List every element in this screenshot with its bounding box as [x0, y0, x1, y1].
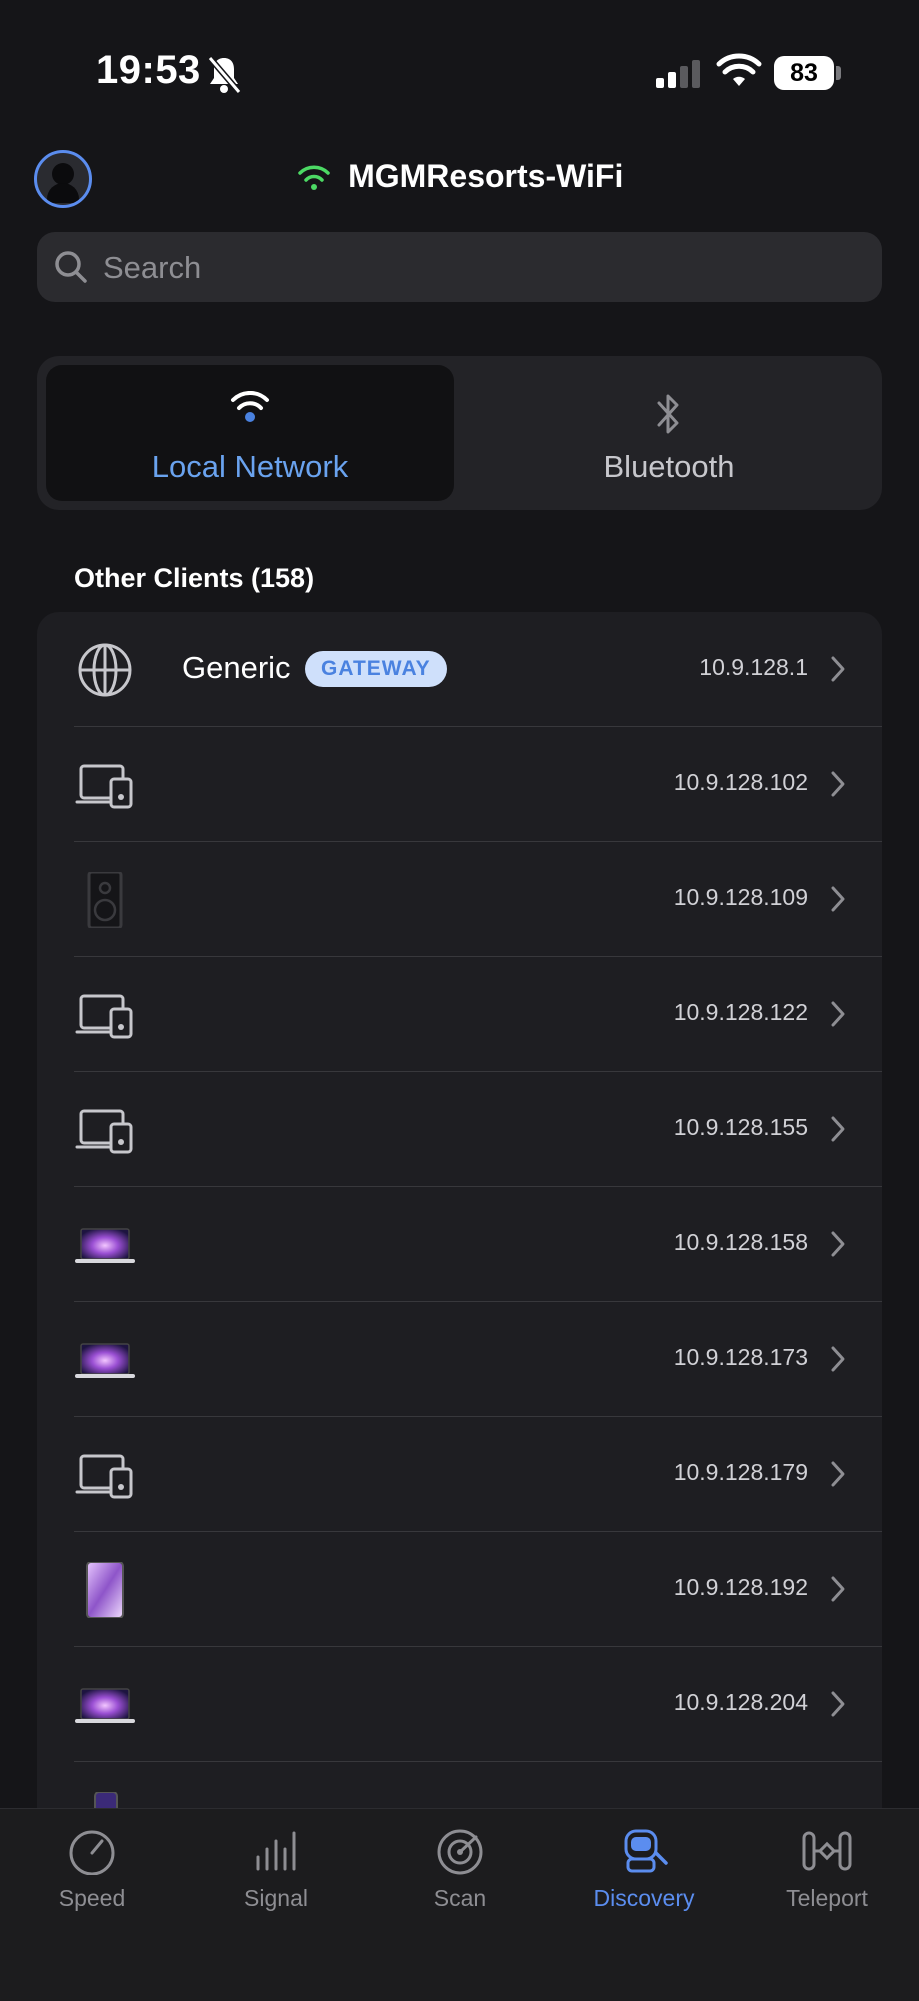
client-ip: 10.9.128.192	[673, 1574, 808, 1600]
client-ip: 10.9.128.102	[673, 769, 808, 795]
segment-bluetooth[interactable]: Bluetooth	[465, 365, 873, 501]
segment-label: Local Network	[151, 449, 349, 484]
tab-discovery[interactable]: Discovery	[552, 1827, 736, 1912]
client-ip: 10.9.128.122	[673, 999, 808, 1025]
client-ip: 10.9.128.173	[673, 1344, 808, 1370]
devices-icon	[75, 1454, 133, 1499]
client-row[interactable]: 10.9.128.109	[37, 842, 882, 957]
signal-bars-icon	[256, 1831, 296, 1871]
network-name: MGMResorts-WiFi	[348, 158, 624, 194]
discovery-icon	[624, 1829, 668, 1873]
tab-speed[interactable]: Speed	[0, 1827, 184, 1912]
wifi-icon	[231, 391, 269, 422]
battery-tip	[836, 66, 841, 80]
chevron-right-icon	[831, 771, 845, 797]
chevron-right-icon	[831, 1116, 845, 1142]
section-title: Other Clients (158)	[74, 563, 315, 593]
chevron-right-icon	[831, 1691, 845, 1717]
search-bar[interactable]	[37, 232, 882, 304]
client-ip: 10.9.128.155	[673, 1114, 808, 1140]
chevron-right-icon	[831, 1231, 845, 1257]
tab-label: Discovery	[593, 1885, 695, 1911]
tab-label: Speed	[58, 1885, 126, 1911]
client-row[interactable]: 10.9.128.179	[37, 1417, 882, 1532]
search-icon	[55, 251, 87, 283]
tab-label: Teleport	[786, 1885, 868, 1911]
client-ip: 10.9.128.204	[673, 1689, 808, 1715]
laptop-icon	[75, 1228, 135, 1263]
devices-icon	[75, 1109, 133, 1154]
status-bar: 19:53 83	[0, 0, 919, 140]
bell-slash-icon	[207, 56, 242, 94]
segment-local-network[interactable]: Local Network	[46, 365, 454, 501]
tab-bar: Speed Signal Scan Discovery Teleport	[0, 1808, 919, 2001]
network-header: MGMResorts-WiFi	[0, 158, 919, 204]
radar-icon	[437, 1829, 483, 1875]
tab-label: Signal	[244, 1885, 308, 1911]
devices-icon	[75, 764, 133, 809]
tablet-icon	[86, 1562, 124, 1618]
client-ip: 10.9.128.158	[673, 1229, 808, 1255]
tab-label: Scan	[433, 1885, 487, 1911]
wifi-icon	[297, 165, 330, 190]
client-ip: 10.9.128.179	[673, 1459, 808, 1485]
devices-icon	[75, 994, 133, 1039]
segment-label: Bluetooth	[603, 449, 735, 484]
teleport-icon	[802, 1831, 852, 1871]
battery-indicator: 83	[774, 56, 834, 90]
client-row[interactable]: 10.9.128.192	[37, 1532, 882, 1647]
client-row[interactable]: 10.9.128.155	[37, 1072, 882, 1187]
chevron-right-icon	[831, 1576, 845, 1602]
status-time: 19:53	[96, 48, 201, 92]
client-row[interactable]: 10.9.128.158	[37, 1187, 882, 1302]
wifi-status-icon	[716, 53, 762, 86]
client-row[interactable]: Generic GATEWAY 10.9.128.1	[37, 612, 882, 727]
client-row[interactable]: 10.9.128.173	[37, 1302, 882, 1417]
chevron-right-icon	[831, 1001, 845, 1027]
chevron-right-icon	[831, 656, 845, 682]
client-row[interactable]: 10.9.128.204	[37, 1647, 882, 1762]
bluetooth-icon	[657, 394, 679, 434]
speedometer-icon	[69, 1830, 115, 1875]
globe-icon	[78, 643, 132, 697]
laptop-icon	[75, 1343, 135, 1378]
client-ip: 10.9.128.109	[673, 884, 808, 910]
tab-teleport[interactable]: Teleport	[735, 1827, 919, 1912]
tab-signal[interactable]: Signal	[184, 1827, 368, 1912]
clients-list: Generic GATEWAY 10.9.128.1 10.9.128.102 …	[37, 612, 882, 1812]
laptop-icon	[75, 1688, 135, 1723]
tab-scan[interactable]: Scan	[368, 1827, 552, 1912]
client-row-partial[interactable]	[37, 1762, 882, 1812]
segmented-control: Local Network Bluetooth	[37, 356, 882, 510]
chevron-right-icon	[831, 1346, 845, 1372]
chevron-right-icon	[831, 1461, 845, 1487]
search-input[interactable]	[101, 232, 865, 304]
client-ip: 10.9.128.1	[699, 654, 808, 680]
client-row[interactable]: 10.9.128.102	[37, 727, 882, 842]
client-row[interactable]: 10.9.128.122	[37, 957, 882, 1072]
chevron-right-icon	[831, 886, 845, 912]
speaker-icon	[87, 872, 123, 928]
client-name: Generic	[182, 650, 291, 685]
gateway-badge: GATEWAY	[305, 651, 447, 687]
cellular-signal-icon	[656, 60, 700, 88]
